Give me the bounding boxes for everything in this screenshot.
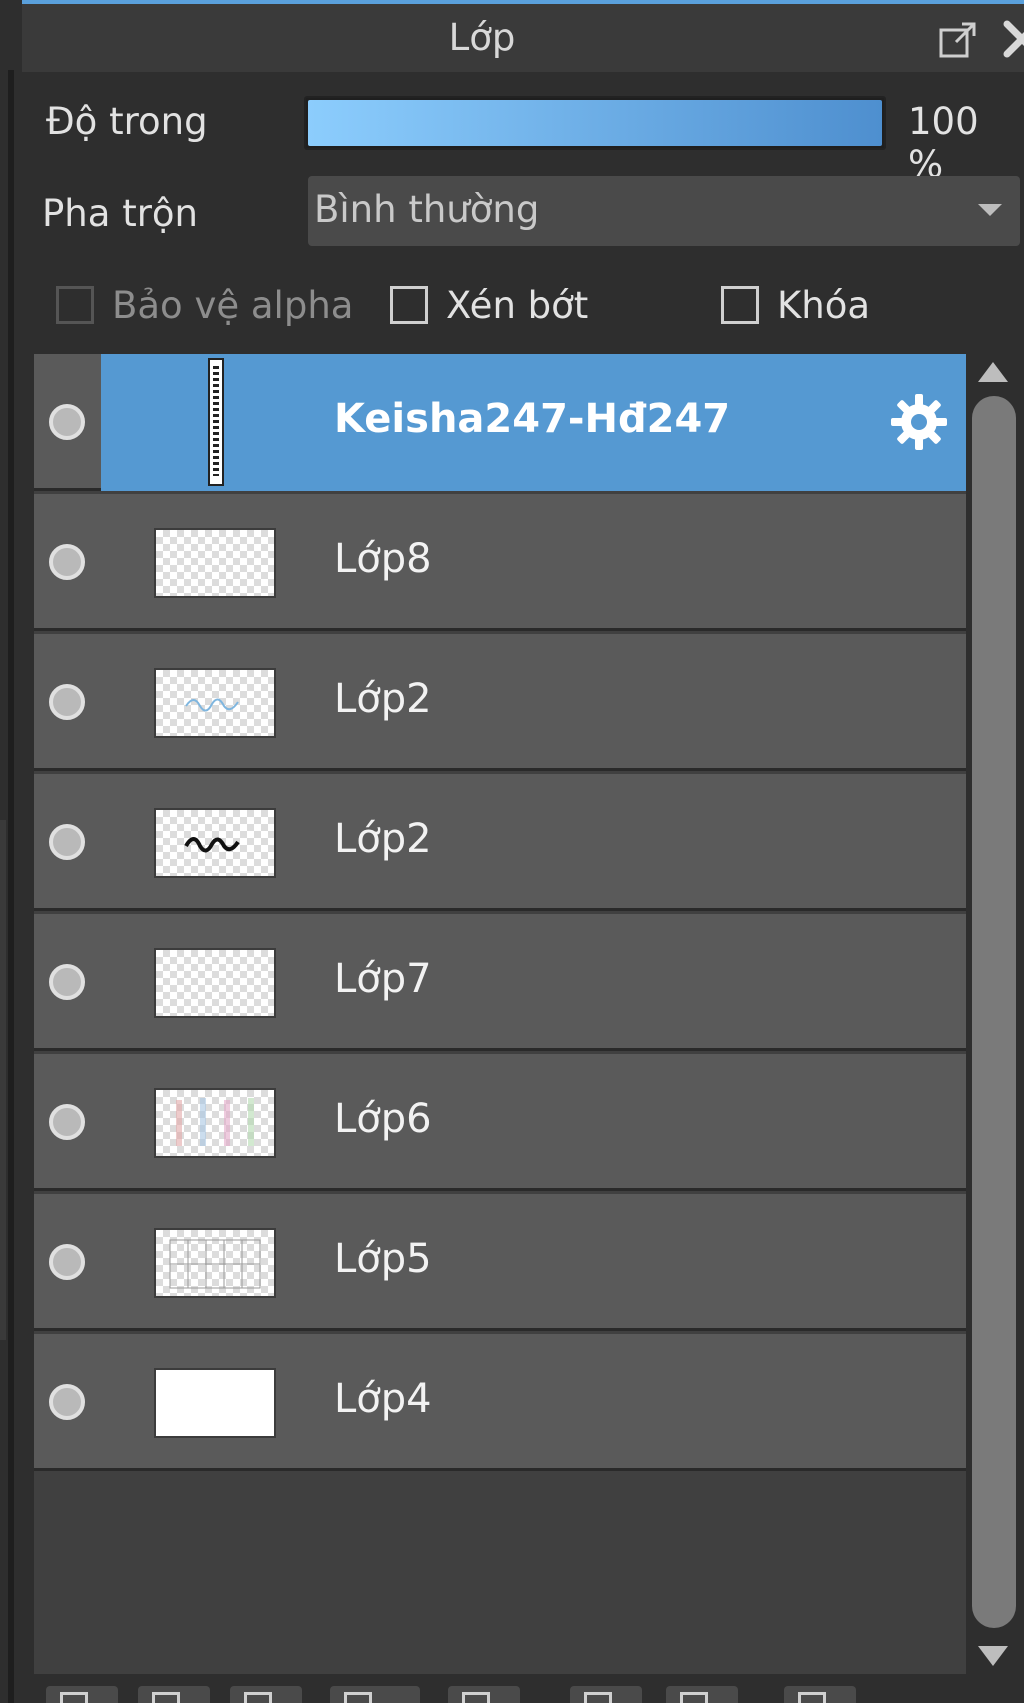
clip-checkbox[interactable]	[390, 286, 428, 324]
layer-list: Keisha247-Hđ247 Lớp8 Lớp2 Lớp2 Lớp7 Lớp6…	[34, 354, 966, 1674]
layer-name: Lớp7	[334, 956, 432, 1002]
visibility-toggle[interactable]	[49, 404, 85, 440]
left-gutter	[8, 70, 14, 1703]
new-layer-icon	[60, 1692, 88, 1703]
alpha-protect-checkbox[interactable]	[56, 286, 94, 324]
alpha-protect-label: Bảo vệ alpha	[112, 284, 354, 327]
opacity-slider[interactable]	[304, 96, 886, 150]
undock-icon[interactable]	[938, 20, 978, 60]
visibility-toggle[interactable]	[49, 544, 85, 580]
import-icon	[344, 1692, 372, 1703]
duplicate-icon	[244, 1692, 272, 1703]
import-layer-button[interactable]	[330, 1686, 420, 1703]
mask-button[interactable]	[666, 1686, 738, 1703]
panel-titlebar: Lớp	[22, 4, 1024, 72]
layer-name: Lớp4	[334, 1376, 432, 1422]
layer-thumbnail	[154, 1088, 276, 1158]
layer-name: Lớp2	[334, 676, 432, 722]
left-gutter-highlight	[0, 820, 6, 1340]
layer-row[interactable]: Lớp7	[34, 914, 966, 1051]
scroll-down-arrow-icon[interactable]	[978, 1646, 1008, 1666]
layer-thumbnail	[154, 1368, 276, 1438]
layer-row[interactable]: Lớp8	[34, 494, 966, 631]
visibility-toggle[interactable]	[49, 684, 85, 720]
layer-name: Lớp6	[334, 1096, 432, 1142]
layer-row[interactable]: Lớp2	[34, 774, 966, 911]
visibility-toggle[interactable]	[49, 1104, 85, 1140]
gear-icon[interactable]	[889, 392, 949, 452]
layer-thumbnail	[154, 528, 276, 598]
layer-thumbnail	[154, 1228, 276, 1298]
close-icon[interactable]	[997, 14, 1024, 64]
merge-icon	[584, 1692, 612, 1703]
lock-checkbox[interactable]	[721, 286, 759, 324]
layer-row[interactable]: Lớp6	[34, 1054, 966, 1191]
layer-toolbar	[34, 1674, 1024, 1703]
layer-thumbnail	[154, 808, 276, 878]
mask-icon	[680, 1692, 708, 1703]
visibility-toggle[interactable]	[49, 824, 85, 860]
blend-mode-value: Bình thường	[314, 188, 540, 231]
layer-row[interactable]: Lớp5	[34, 1194, 966, 1331]
layer-row[interactable]: Lớp2	[34, 634, 966, 771]
merge-layer-button[interactable]	[570, 1686, 642, 1703]
clip-label: Xén bớt	[446, 284, 589, 327]
layer-row[interactable]: Lớp4	[34, 1334, 966, 1471]
opacity-value: 100 %	[908, 100, 979, 186]
layer-list-scrollbar[interactable]	[970, 354, 1020, 1674]
panel-title: Lớp	[448, 16, 516, 59]
visibility-toggle[interactable]	[49, 964, 85, 1000]
layer-thumbnail	[154, 668, 276, 738]
chevron-down-icon	[978, 204, 1002, 216]
new-folder-icon	[152, 1692, 180, 1703]
layer-thumbnail	[208, 358, 224, 486]
lock-label: Khóa	[777, 284, 871, 327]
layer-name: Keisha247-Hđ247	[334, 396, 731, 442]
new-folder-button[interactable]	[138, 1686, 210, 1703]
layer-row-selected[interactable]: Keisha247-Hđ247	[34, 354, 966, 491]
new-layer-button[interactable]	[46, 1686, 118, 1703]
blend-mode-select[interactable]: Bình thường	[308, 176, 1020, 246]
layer-name: Lớp5	[334, 1236, 432, 1282]
layer-thumbnail	[154, 948, 276, 1018]
opacity-label: Độ trong	[46, 100, 208, 143]
duplicate-layer-button[interactable]	[230, 1686, 302, 1703]
clear-layer-button[interactable]	[448, 1686, 520, 1703]
visibility-toggle[interactable]	[49, 1384, 85, 1420]
scrollbar-thumb[interactable]	[972, 396, 1016, 1628]
delete-layer-button[interactable]	[784, 1686, 856, 1703]
layer-name: Lớp8	[334, 536, 432, 582]
layers-panel: Lớp Độ trong 100 % Pha trộn Bình thường …	[0, 0, 1024, 1703]
opacity-slider-fill	[308, 100, 882, 146]
visibility-toggle[interactable]	[49, 1244, 85, 1280]
blend-mode-label: Pha trộn	[42, 192, 199, 235]
clear-icon	[462, 1692, 490, 1703]
trash-icon	[798, 1692, 826, 1703]
layer-name: Lớp2	[334, 816, 432, 862]
scroll-up-arrow-icon[interactable]	[978, 362, 1008, 382]
